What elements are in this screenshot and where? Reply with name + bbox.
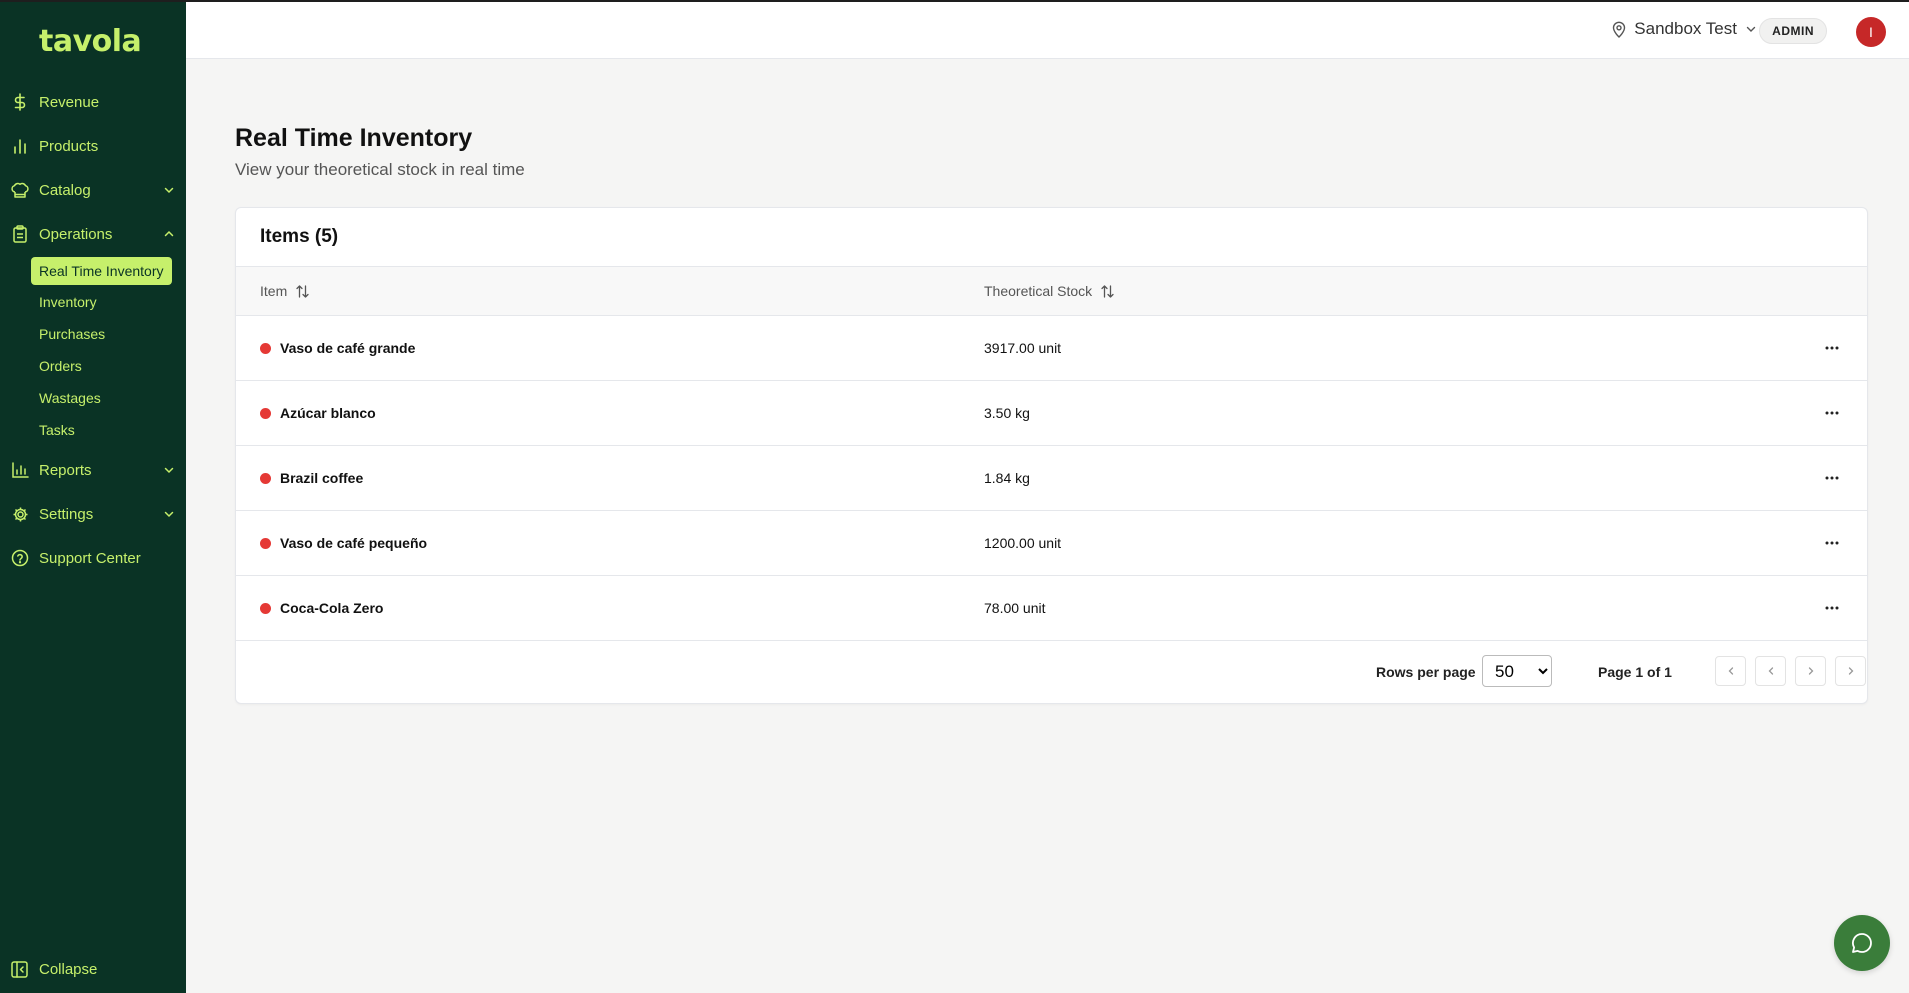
more-options-icon[interactable] — [1821, 533, 1843, 553]
status-dot — [260, 343, 271, 354]
sidebar-item-products[interactable]: Products — [0, 130, 186, 162]
sidebar-item-label: Reports — [39, 461, 92, 479]
item-name: Vaso de café grande — [280, 340, 416, 356]
logo[interactable]: tavola — [39, 24, 142, 59]
item-name: Vaso de café pequeño — [280, 535, 428, 551]
table-header: Item Theoretical Stock — [236, 266, 1867, 316]
chevron-down-icon — [164, 467, 174, 474]
sort-icon — [296, 284, 309, 298]
location-name: Sandbox Test — [1634, 19, 1737, 38]
sidebar-item-label: Settings — [39, 505, 94, 523]
sidebar-subitem-wastages[interactable]: Wastages — [39, 390, 101, 406]
help-circle-icon — [11, 549, 29, 567]
table-row[interactable]: Vaso de café pequeño 1200.00 unit — [236, 511, 1867, 576]
item-name: Coca-Cola Zero — [280, 600, 384, 616]
sidebar-item-label: Support Center — [39, 549, 141, 567]
topbar: Sandbox Test ADMIN I — [186, 0, 1909, 59]
bar-chart-icon — [11, 137, 29, 155]
table-row[interactable]: Brazil coffee 1.84 kg — [236, 446, 1867, 511]
sidebar-item-support-center[interactable]: Support Center — [0, 542, 186, 574]
item-name: Brazil coffee — [280, 470, 364, 486]
map-pin-icon — [1613, 21, 1626, 38]
reports-chart-icon — [11, 461, 29, 479]
page-info: Page 1 of 1 — [1598, 664, 1672, 680]
chef-hat-icon — [11, 181, 29, 199]
last-page-button[interactable] — [1835, 656, 1866, 686]
item-stock: 1.84 kg — [984, 470, 1030, 486]
more-options-icon[interactable] — [1821, 468, 1843, 488]
chevron-down-icon — [1746, 26, 1756, 32]
role-badge: ADMIN — [1759, 18, 1827, 44]
sidebar-subitem-purchases[interactable]: Purchases — [39, 326, 105, 342]
card-title: Items (5) — [260, 226, 339, 247]
rows-per-page-select[interactable]: 50 — [1482, 655, 1552, 687]
column-label: Item — [260, 283, 288, 299]
sort-icon — [1101, 284, 1114, 298]
sidebar-subitem-real-time-inventory[interactable]: Real Time Inventory — [31, 257, 172, 285]
first-page-button[interactable] — [1715, 656, 1746, 686]
table-row[interactable]: Azúcar blanco 3.50 kg — [236, 381, 1867, 446]
sidebar-subitem-inventory[interactable]: Inventory — [39, 294, 97, 310]
inventory-card: Items (5) Item Theoretical Stock Vaso de… — [235, 207, 1868, 704]
column-header-item[interactable]: Item — [260, 283, 310, 299]
table-row[interactable]: Vaso de café grande 3917.00 unit — [236, 316, 1867, 381]
collapse-label: Collapse — [39, 961, 98, 978]
chevron-down-icon — [164, 187, 174, 194]
sidebar-item-label: Revenue — [39, 93, 100, 111]
sidebar-item-label: Operations — [39, 225, 113, 243]
item-name: Azúcar blanco — [280, 405, 376, 421]
sidebar-item-operations[interactable]: Operations — [0, 218, 186, 250]
more-options-icon[interactable] — [1821, 403, 1843, 423]
next-page-button[interactable] — [1795, 656, 1826, 686]
status-dot — [260, 603, 271, 614]
sidebar-item-label: Catalog — [39, 181, 91, 199]
panel-collapse-icon — [11, 961, 28, 982]
previous-page-button[interactable] — [1755, 656, 1786, 686]
sidebar-item-revenue[interactable]: Revenue — [0, 86, 186, 118]
status-dot — [260, 538, 271, 549]
more-options-icon[interactable] — [1821, 598, 1843, 618]
table-row[interactable]: Coca-Cola Zero 78.00 unit — [236, 576, 1867, 641]
status-dot — [260, 408, 271, 419]
column-label: Theoretical Stock — [984, 283, 1093, 299]
clipboard-icon — [11, 225, 29, 243]
chevron-right-icon — [1808, 667, 1813, 675]
gear-icon — [11, 505, 29, 523]
sidebar-item-label: Products — [39, 137, 99, 155]
chevrons-right-icon — [1848, 667, 1853, 675]
more-options-icon[interactable] — [1821, 338, 1843, 358]
avatar[interactable]: I — [1856, 17, 1886, 47]
status-dot — [260, 473, 271, 484]
item-stock: 3917.00 unit — [984, 340, 1062, 356]
chevron-up-icon — [164, 230, 174, 237]
collapse-sidebar-button[interactable]: Collapse — [0, 957, 186, 983]
chevron-down-icon — [164, 511, 174, 518]
location-selector[interactable]: Sandbox Test — [1612, 19, 1757, 39]
sidebar: tavola Revenue Products Catalog Operatio… — [0, 0, 186, 993]
sidebar-subitem-orders[interactable]: Orders — [39, 358, 82, 374]
sidebar-item-reports[interactable]: Reports — [0, 454, 186, 486]
item-stock: 1200.00 unit — [984, 535, 1062, 551]
pagination: Rows per page 50 Page 1 of 1 — [236, 641, 1867, 704]
sidebar-subitem-tasks[interactable]: Tasks — [39, 422, 75, 438]
rows-per-page-label: Rows per page — [1376, 664, 1476, 680]
chevron-left-icon — [1768, 667, 1773, 675]
sidebar-item-settings[interactable]: Settings — [0, 498, 186, 530]
chevrons-left-icon — [1728, 667, 1733, 675]
item-stock: 78.00 unit — [984, 600, 1046, 616]
column-header-theoretical-stock[interactable]: Theoretical Stock — [984, 283, 1115, 299]
chat-bubble-icon — [1852, 933, 1872, 953]
sidebar-item-catalog[interactable]: Catalog — [0, 174, 186, 206]
chat-support-button[interactable] — [1834, 915, 1890, 971]
dollar-icon — [11, 93, 29, 111]
page-subtitle: View your theoretical stock in real time — [235, 160, 525, 179]
page-title: Real Time Inventory — [235, 124, 473, 152]
item-stock: 3.50 kg — [984, 405, 1030, 421]
